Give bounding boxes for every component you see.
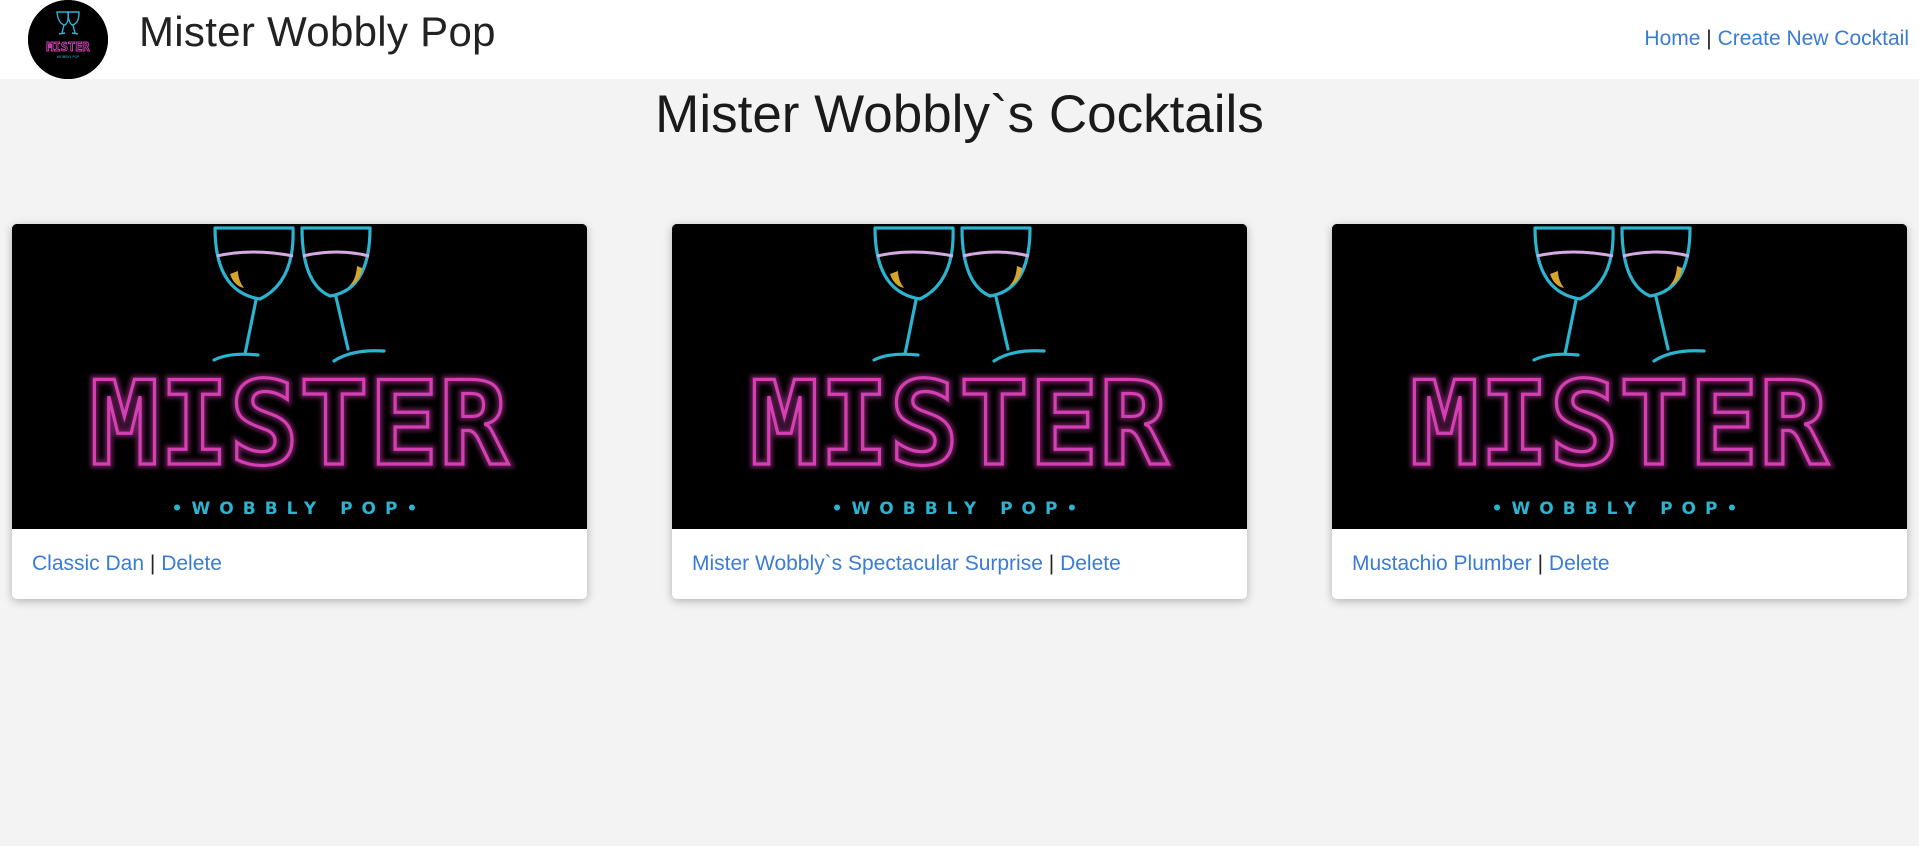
delete-link[interactable]: Delete xyxy=(1060,552,1121,575)
nav-links: Home | Create New Cocktail xyxy=(1644,27,1909,51)
nav-create-cocktail-link[interactable]: Create New Cocktail xyxy=(1718,27,1909,50)
nav-home-link[interactable]: Home xyxy=(1644,27,1700,50)
neon-cocktail-sign-icon: MISTER MISTER •WOBBLY POP• xyxy=(12,224,587,529)
cocktail-card-3: MISTER MISTER •WOBBLY POP• Mustachio Plu… xyxy=(1332,224,1907,599)
delete-link[interactable]: Delete xyxy=(161,552,222,575)
svg-text:WOBBLY POP: WOBBLY POP xyxy=(57,55,80,59)
link-separator: | xyxy=(1537,552,1544,575)
cocktail-glasses-logo-icon: MISTER WOBBLY POP xyxy=(28,0,108,79)
svg-text:•WOBBLY POP•: •WOBBLY POP• xyxy=(172,499,427,519)
brand-logo[interactable]: MISTER WOBBLY POP xyxy=(28,0,108,79)
card-footer: Mister Wobbly`s Spectacular Surprise | D… xyxy=(692,552,1121,576)
svg-text:•WOBBLY POP•: •WOBBLY POP• xyxy=(1492,499,1747,519)
link-separator: | xyxy=(149,552,156,575)
neon-cocktail-sign-icon: MISTER MISTER •WOBBLY POP• xyxy=(1332,224,1907,529)
cocktail-name-link[interactable]: Mister Wobbly`s Spectacular Surprise xyxy=(692,552,1043,575)
cocktail-name-link[interactable]: Classic Dan xyxy=(32,552,144,575)
neon-cocktail-sign-icon: MISTER MISTER •WOBBLY POP• xyxy=(672,224,1247,529)
cocktail-image[interactable]: MISTER MISTER •WOBBLY POP• xyxy=(1332,224,1907,529)
link-separator: | xyxy=(1048,552,1055,575)
nav-separator: | xyxy=(1706,27,1712,50)
svg-text:MISTER: MISTER xyxy=(749,357,1168,492)
top-navbar: MISTER WOBBLY POP Mister Wobbly Pop Home… xyxy=(0,0,1919,79)
svg-text:MISTER: MISTER xyxy=(89,357,508,492)
svg-text:MISTER: MISTER xyxy=(1409,357,1828,492)
cocktail-card-1: MISTER MISTER •WOBBLY POP• Classic Dan |… xyxy=(12,224,587,599)
svg-text:•WOBBLY POP•: •WOBBLY POP• xyxy=(832,499,1087,519)
site-title: Mister Wobbly Pop xyxy=(139,8,496,55)
delete-link[interactable]: Delete xyxy=(1549,552,1610,575)
cocktail-image[interactable]: MISTER MISTER •WOBBLY POP• xyxy=(12,224,587,529)
cocktail-card-2: MISTER MISTER •WOBBLY POP• Mister Wobbly… xyxy=(672,224,1247,599)
cocktail-name-link[interactable]: Mustachio Plumber xyxy=(1352,552,1532,575)
page-title: Mister Wobbly`s Cocktails xyxy=(655,85,1264,144)
card-footer: Mustachio Plumber | Delete xyxy=(1352,552,1610,576)
cocktail-image[interactable]: MISTER MISTER •WOBBLY POP• xyxy=(672,224,1247,529)
svg-text:MISTER: MISTER xyxy=(46,40,90,54)
card-footer: Classic Dan | Delete xyxy=(32,552,222,576)
